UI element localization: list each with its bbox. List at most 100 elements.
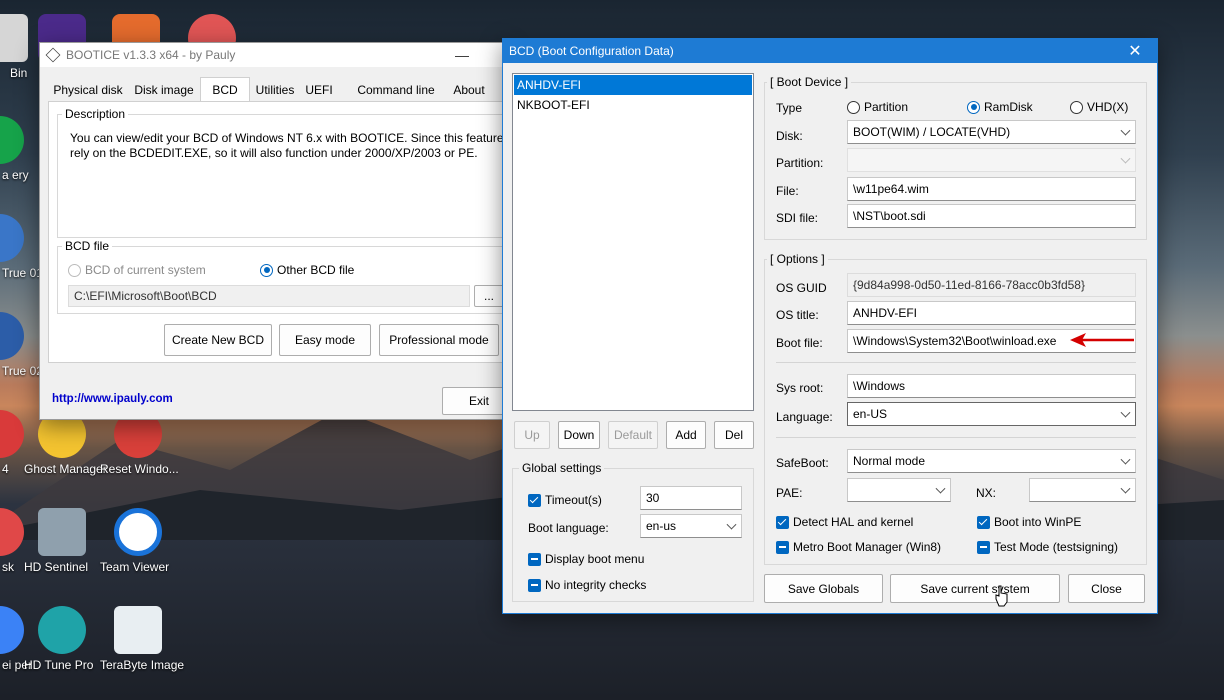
select-value: BOOT(WIM) / LOCATE(VHD) xyxy=(853,125,1011,139)
desktop-icon-hd-tune-pro[interactable]: HD Tune Pro xyxy=(24,606,100,672)
tab-utilities[interactable]: Utilities xyxy=(250,79,300,101)
desktop-icon-label: Bin xyxy=(10,66,28,80)
desktop-icon-hd-sentinel[interactable]: HD Sentinel xyxy=(24,508,100,574)
no-integrity-checks-checkbox[interactable]: No integrity checks xyxy=(528,578,646,592)
tab-disk-image[interactable]: Disk image xyxy=(128,79,200,101)
timeout-checkbox[interactable]: Timeout(s) xyxy=(528,493,602,507)
desktop-icon-team-viewer[interactable]: Team Viewer xyxy=(100,508,176,574)
desktop-icon-true-image-2014[interactable]: True 014 xyxy=(0,214,50,280)
checkbox-icon xyxy=(776,540,789,554)
list-item-label: ANHDV-EFI xyxy=(517,78,582,92)
type-label: Type xyxy=(776,101,803,115)
bcd-path-field[interactable]: C:\EFI\Microsoft\Boot\BCD xyxy=(68,285,470,307)
checkbox-icon xyxy=(528,578,541,592)
website-link[interactable]: http://www.ipauly.com xyxy=(52,393,173,405)
list-item[interactable]: ANHDV-EFI xyxy=(514,75,752,95)
checkbox-icon xyxy=(977,515,990,529)
chevron-down-icon xyxy=(935,483,946,494)
partition-select[interactable] xyxy=(847,148,1136,172)
desktop-icon-label: TeraByte Image xyxy=(100,658,185,672)
radio-vhdx[interactable]: VHD(X) xyxy=(1070,100,1128,114)
radio-other-bcd[interactable]: Other BCD file xyxy=(260,263,354,277)
tab-label: Utilities xyxy=(255,83,295,97)
tab-label: About xyxy=(453,83,485,97)
timeout-input[interactable]: 30 xyxy=(640,486,742,510)
professional-mode-button[interactable]: Professional mode xyxy=(379,324,499,356)
add-button[interactable]: Add xyxy=(666,421,706,449)
boot-file-label: Boot file: xyxy=(776,336,823,350)
list-item[interactable]: NKBOOT-EFI xyxy=(514,96,752,114)
os-title-input[interactable]: ANHDV-EFI xyxy=(847,301,1136,325)
del-button[interactable]: Del xyxy=(714,421,754,449)
sdi-file-input[interactable]: \NST\boot.sdi xyxy=(847,204,1136,228)
desktop-icon-label: HD Tune Pro xyxy=(24,658,94,672)
select-value: en-US xyxy=(853,407,888,421)
boot-entries-list[interactable]: ANHDV-EFI NKBOOT-EFI xyxy=(512,73,754,411)
save-globals-button[interactable]: Save Globals xyxy=(764,574,883,603)
sys-root-input[interactable]: \Windows xyxy=(847,374,1136,398)
bcd-window: BCD (Boot Configuration Data) ✕ ANHDV-EF… xyxy=(502,38,1158,614)
test-mode-checkbox[interactable]: Test Mode (testsigning) xyxy=(977,540,1118,554)
tab-uefi[interactable]: UEFI xyxy=(302,79,336,101)
radio-dot xyxy=(967,100,980,114)
boot-language-select[interactable]: en-us xyxy=(640,514,742,538)
disk-label: Disk: xyxy=(776,129,803,143)
tab-bcd[interactable]: BCD xyxy=(200,77,250,101)
nx-select[interactable] xyxy=(1029,478,1136,502)
radio-dot xyxy=(1070,100,1083,114)
save-current-system-button[interactable]: Save current system xyxy=(890,574,1060,603)
easy-mode-button[interactable]: Easy mode xyxy=(279,324,371,356)
desktop-icon-true-image-2021[interactable]: True 021 xyxy=(0,312,50,378)
os-title-label: OS title: xyxy=(776,308,819,322)
minimize-button[interactable]: — xyxy=(440,43,484,67)
chevron-down-icon xyxy=(1120,483,1131,494)
desktop-icon-terabyte-image[interactable]: TeraByte Image xyxy=(100,606,184,672)
checkbox-icon xyxy=(528,493,541,507)
metro-boot-manager-checkbox[interactable]: Metro Boot Manager (Win8) xyxy=(776,540,941,554)
bcd-titlebar[interactable]: BCD (Boot Configuration Data) xyxy=(503,39,1157,63)
display-boot-menu-checkbox[interactable]: Display boot menu xyxy=(528,552,644,566)
pae-select[interactable] xyxy=(847,478,951,502)
create-new-bcd-button[interactable]: Create New BCD xyxy=(164,324,272,356)
nx-label: NX: xyxy=(976,486,997,500)
default-button[interactable]: Default xyxy=(608,421,658,449)
bootice-titlebar[interactable]: BOOTICE v1.3.3 x64 - by Pauly xyxy=(40,43,508,67)
radio-current-system[interactable]: BCD of current system xyxy=(68,263,206,277)
radio-partition[interactable]: Partition xyxy=(847,100,908,114)
radio-label: BCD of current system xyxy=(85,263,206,277)
options-title: [ Options ] xyxy=(767,252,828,266)
tab-physical-disk[interactable]: Physical disk xyxy=(48,79,128,101)
close-icon[interactable]: ✕ xyxy=(1113,39,1157,63)
language-select[interactable]: en-US xyxy=(847,402,1136,426)
browse-button[interactable]: ... xyxy=(474,285,504,307)
divider xyxy=(776,437,1136,438)
desktop-icon-label: 4 xyxy=(2,462,9,476)
up-button[interactable]: Up xyxy=(514,421,550,449)
detect-hal-checkbox[interactable]: Detect HAL and kernel xyxy=(776,515,913,529)
os-guid-label: OS GUID xyxy=(776,281,827,295)
tab-about[interactable]: About xyxy=(444,79,494,101)
close-button[interactable]: Close xyxy=(1068,574,1145,603)
desktop-icon-label: Team Viewer xyxy=(100,560,170,574)
boot-into-winpe-checkbox[interactable]: Boot into WinPE xyxy=(977,515,1081,529)
desktop-icon-label: Ghost Manager xyxy=(24,462,107,476)
partition-label: Partition: xyxy=(776,156,824,170)
boot-device-title: [ Boot Device ] xyxy=(767,75,852,89)
chevron-down-icon xyxy=(726,519,737,530)
tab-command-line[interactable]: Command line xyxy=(348,79,444,101)
disk-select[interactable]: BOOT(WIM) / LOCATE(VHD) xyxy=(847,120,1136,144)
safeboot-select[interactable]: Normal mode xyxy=(847,449,1136,473)
checkbox-icon xyxy=(528,552,541,566)
checkbox-label: Detect HAL and kernel xyxy=(793,515,914,529)
file-input[interactable]: \w11pe64.wim xyxy=(847,177,1136,201)
window-title: BOOTICE v1.3.3 x64 - by Pauly xyxy=(66,48,236,62)
tab-label: Command line xyxy=(357,83,435,97)
desktop-icon-recovery[interactable]: a ery xyxy=(0,116,38,182)
select-value: en-us xyxy=(646,519,677,533)
sdi-file-label: SDI file: xyxy=(776,211,819,225)
down-button[interactable]: Down xyxy=(558,421,600,449)
os-guid-field[interactable]: {9d84a998-0d50-11ed-8166-78acc0b3fd58} xyxy=(847,273,1136,297)
description-line-2: rely on the BCDEDIT.EXE, so it will also… xyxy=(70,146,478,160)
checkbox-icon xyxy=(977,540,990,554)
radio-ramdisk[interactable]: RamDisk xyxy=(967,100,1033,114)
